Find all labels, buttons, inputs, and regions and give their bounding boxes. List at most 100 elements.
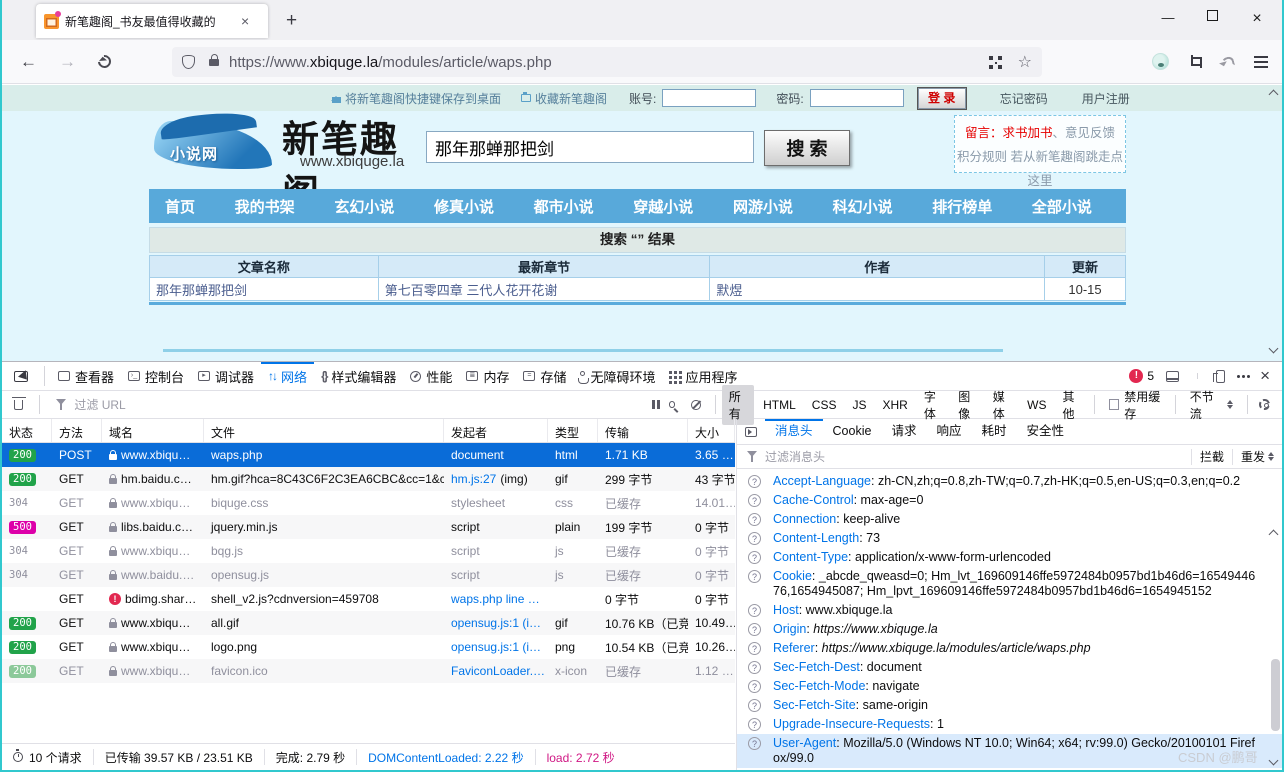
network-settings-gear-icon[interactable] xyxy=(1259,399,1270,410)
net-column-8[interactable]: 大小 xyxy=(688,419,735,442)
initiator-link[interactable]: waps.php line … xyxy=(451,592,540,606)
split-console-icon[interactable] xyxy=(1166,370,1180,382)
header-help-icon[interactable]: ? xyxy=(748,623,761,636)
header-help-icon[interactable]: ? xyxy=(748,699,761,712)
header-help-icon[interactable]: ? xyxy=(748,737,761,750)
error-count[interactable]: 5 xyxy=(1147,369,1154,383)
devtools-tab-内存[interactable]: ≣ 内存 xyxy=(459,362,516,391)
bookmark-site-link[interactable]: 收藏新笔趣阁 xyxy=(521,90,607,107)
window-minimize-button[interactable]: — xyxy=(1161,10,1175,28)
network-request-row[interactable]: 304 GET www.xbiqu… bqg.js script js 已缓存 0 字节 xyxy=(2,539,735,563)
throttle-select[interactable]: 不节流 xyxy=(1190,388,1233,422)
header-help-icon[interactable]: ? xyxy=(748,718,761,731)
header-help-icon[interactable]: ? xyxy=(748,642,761,655)
responsive-design-icon[interactable] xyxy=(1213,369,1226,383)
devtools-close-icon[interactable]: × xyxy=(1260,367,1270,384)
detail-tab-请求[interactable]: 请求 xyxy=(881,419,926,445)
network-request-row[interactable]: 304 GET www.baidu.… opensug.js script js 已缓存 0 … xyxy=(2,563,735,587)
nav-item-9[interactable]: 排行榜单 xyxy=(932,196,992,217)
disable-cache-label[interactable]: 禁用缓存 xyxy=(1124,388,1169,422)
request-header-row[interactable]: ? Connection: keep-alive xyxy=(737,510,1282,529)
pick-element-icon[interactable] xyxy=(14,370,28,382)
network-request-row[interactable]: GET! bdimg.shar… shell_v2.js?cdnversion=45… xyxy=(2,587,735,611)
https-lock-icon[interactable] xyxy=(209,53,219,66)
network-request-row[interactable]: 200 GET www.xbiqu… favicon.ico FaviconLoader… xyxy=(2,659,735,683)
url-bar[interactable]: https://www.xbiquge.la/modules/article/w… xyxy=(172,47,1042,77)
forgot-password-link[interactable]: 忘记密码 xyxy=(1000,90,1048,107)
initiator-link[interactable]: hm.js:27 xyxy=(451,472,496,486)
book-name-link[interactable]: 那年那蝉那把剑 xyxy=(149,277,379,301)
hamburger-menu-icon[interactable] xyxy=(1254,55,1268,58)
page-scroll-down-icon[interactable] xyxy=(1268,343,1279,354)
initiator-link[interactable]: opensug.js:1 (i… xyxy=(451,640,541,654)
register-link[interactable]: 用户注册 xyxy=(1082,90,1130,107)
headers-scrollbar-thumb[interactable] xyxy=(1271,659,1280,731)
devtools-tab-查看器[interactable]: 查看器 xyxy=(51,362,121,391)
request-header-row[interactable]: ? Host: www.xbiquge.la xyxy=(737,601,1282,620)
net-column-5[interactable]: 发起者 xyxy=(444,419,548,442)
tracking-protection-shield-icon[interactable] xyxy=(182,55,195,69)
search-button[interactable]: 搜 索 xyxy=(764,130,850,166)
request-header-row[interactable]: ? Origin: https://www.xbiquge.la xyxy=(737,620,1282,639)
window-maximize-button[interactable] xyxy=(1207,10,1218,21)
devtools-tab-网络[interactable]: ↑↓ 网络 xyxy=(261,362,314,391)
browser-tab[interactable]: 新笔趣阁_书友最值得收藏的 × xyxy=(36,4,268,38)
screenshot-crop-icon[interactable] xyxy=(1189,55,1202,68)
tab-close-icon[interactable]: × xyxy=(241,14,249,28)
detail-tab-耗时[interactable]: 耗时 xyxy=(971,419,1016,445)
header-help-icon[interactable]: ? xyxy=(748,604,761,617)
detail-tab-消息头[interactable]: 消息头 xyxy=(765,419,823,445)
devtools-tab-样式编辑器[interactable]: {} 样式编辑器 xyxy=(314,362,403,391)
request-header-row[interactable]: ? Upgrade-Insecure-Requests: 1 xyxy=(737,715,1282,734)
network-request-row[interactable]: 500 GET libs.baidu.c… jquery.min.js script pl… xyxy=(2,515,735,539)
request-header-row[interactable]: ? Referer: https://www.xbiquge.la/modules… xyxy=(737,639,1282,658)
nav-item-8[interactable]: 科幻小说 xyxy=(833,196,893,217)
network-request-row[interactable]: 200 GET www.xbiqu… logo.png opensug.js:1 (i…… xyxy=(2,635,735,659)
request-header-row[interactable]: ? Content-Type: application/x-www-form-ur… xyxy=(737,548,1282,567)
search-requests-icon[interactable] xyxy=(668,401,676,408)
extension-avatar-icon[interactable] xyxy=(1152,53,1169,70)
account-input[interactable] xyxy=(662,89,757,107)
nav-item-1[interactable]: 首页 xyxy=(165,196,195,217)
result-row[interactable]: 那年那蝉那把剑 第七百零四章 三代人花开花谢 默煜 10-15 xyxy=(149,277,1126,301)
request-header-row[interactable]: ? Accept-Language: zh-CN,zh;q=0.8,zh-TW;q… xyxy=(737,472,1282,491)
back-button[interactable]: ← xyxy=(20,52,37,72)
password-input[interactable] xyxy=(809,89,904,107)
notice-red-text[interactable]: 留言：求书加书 xyxy=(965,126,1053,140)
undo-arrow-icon[interactable] xyxy=(1220,55,1236,68)
site-logo[interactable]: 小说网 新笔趣阁 www.xbiquge.la xyxy=(154,113,414,214)
net-column-1[interactable]: 状态 xyxy=(2,419,52,442)
header-help-icon[interactable]: ? xyxy=(748,494,761,507)
qr-code-icon[interactable] xyxy=(988,55,1002,69)
notice-gray-text[interactable]: 、意见反馈 xyxy=(1053,126,1116,140)
request-header-row[interactable]: ? Content-Length: 73 xyxy=(737,529,1282,548)
net-column-4[interactable]: 文件 xyxy=(204,419,444,442)
new-tab-button[interactable]: + xyxy=(286,10,297,32)
request-header-row[interactable]: ? Sec-Fetch-Mode: navigate xyxy=(737,677,1282,696)
net-column-7[interactable]: 传输 xyxy=(598,419,688,442)
network-columns-header[interactable]: 状态 方法 域名 文件 发起者 类型 传输 大小 xyxy=(2,419,735,443)
header-help-icon[interactable]: ? xyxy=(748,570,761,583)
request-filter-JS[interactable]: JS xyxy=(845,395,873,415)
nav-item-7[interactable]: 网游小说 xyxy=(733,196,793,217)
network-request-row[interactable]: 200 GET hm.baidu.c… hm.gif?hca=8C43C6F2C3EA… xyxy=(2,467,735,491)
devtools-tab-性能[interactable]: 性能 xyxy=(403,362,459,391)
request-header-row[interactable]: ? Sec-Fetch-Site: same-origin xyxy=(737,696,1282,715)
net-column-3[interactable]: 域名 xyxy=(102,419,204,442)
disable-cache-checkbox[interactable] xyxy=(1108,399,1120,410)
stopwatch-icon[interactable] xyxy=(13,749,23,762)
network-request-row[interactable]: 304 GET www.xbiqu… biquge.css stylesheet css 已… xyxy=(2,491,735,515)
request-filter-XHR[interactable]: XHR xyxy=(876,395,915,415)
pause-icon[interactable] xyxy=(652,400,655,409)
request-filter-WS[interactable]: WS xyxy=(1020,395,1053,415)
save-shortcut-link[interactable]: 将新笔趣阁快捷键保存到桌面 xyxy=(331,90,501,107)
header-help-icon[interactable]: ? xyxy=(748,475,761,488)
net-column-6[interactable]: 类型 xyxy=(548,419,598,442)
devtools-tab-无障碍环境[interactable]: 无障碍环境 xyxy=(573,362,662,391)
header-help-icon[interactable]: ? xyxy=(748,680,761,693)
nav-item-4[interactable]: 修真小说 xyxy=(434,196,494,217)
nav-item-3[interactable]: 玄幻小说 xyxy=(334,196,394,217)
latest-chapter-link[interactable]: 第七百零四章 三代人花开花谢 xyxy=(377,277,711,301)
nav-item-2[interactable]: 我的书架 xyxy=(235,196,295,217)
request-header-row[interactable]: ? Cookie: _abcde_qweasd=0; Hm_lvt_1696091… xyxy=(737,567,1282,601)
